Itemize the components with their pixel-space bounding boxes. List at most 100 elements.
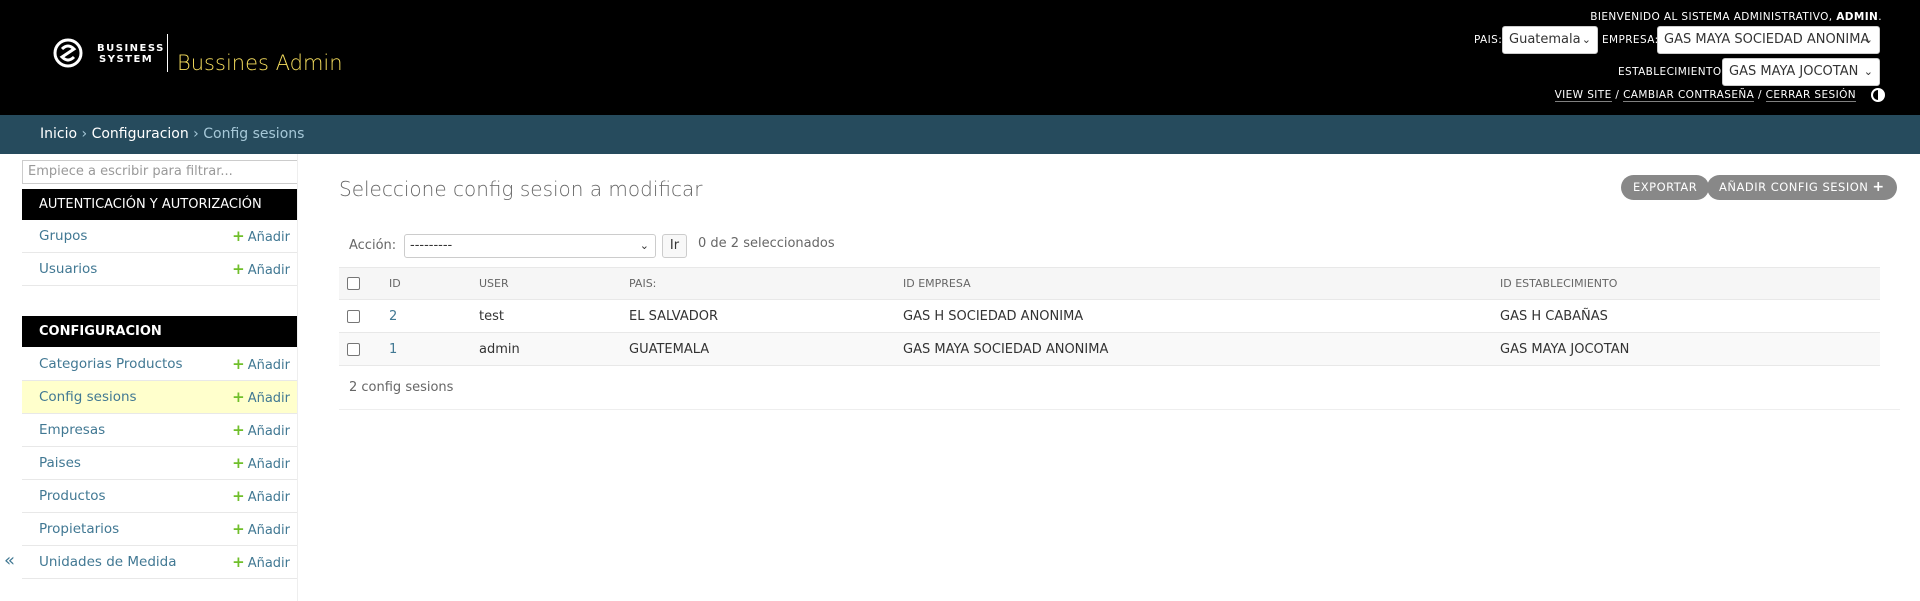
- sidebar-item-config-sesions: Config sesions + Añadir: [22, 381, 298, 414]
- add-categoria-link[interactable]: + Añadir: [232, 348, 290, 382]
- plus-icon: +: [232, 454, 245, 472]
- plus-icon: +: [232, 260, 245, 278]
- sidebar-item-propietarios: Propietarios + Añadir: [22, 513, 298, 546]
- export-button[interactable]: Exportar: [1621, 175, 1710, 200]
- id-cell: 1: [381, 332, 471, 366]
- add-config-sesion-link[interactable]: + Añadir: [232, 381, 290, 415]
- action-label: Acción:: [349, 238, 397, 253]
- select-all-checkbox[interactable]: [347, 277, 360, 291]
- sidebar-item-empresas: Empresas + Añadir: [22, 414, 298, 447]
- row-select-cell: [339, 332, 381, 366]
- chevron-down-icon: ⌄: [639, 239, 649, 252]
- breadcrumb-home[interactable]: Inicio: [40, 126, 77, 142]
- page-title: Seleccione config sesion a modificar: [339, 177, 703, 201]
- app-caption-auth[interactable]: Autenticación y autorización: [22, 189, 298, 220]
- add-usuario-link[interactable]: + Añadir: [232, 253, 290, 287]
- column-header-pais[interactable]: Pais:: [621, 267, 895, 300]
- chevron-down-icon: ⌄: [1581, 33, 1591, 46]
- sidebar-filter-input[interactable]: Empiece a escribir para filtrar...: [22, 160, 298, 184]
- add-propietario-link[interactable]: + Añadir: [232, 513, 290, 547]
- plus-icon: +: [232, 388, 245, 406]
- establecimiento-select[interactable]: GAS MAYA JOCOTAN ⌄: [1722, 58, 1880, 86]
- chevron-down-icon: ⌄: [1863, 33, 1873, 46]
- establecimiento-cell: GAS MAYA JOCOTAN: [1492, 332, 1880, 366]
- logo-text: BUSINESS SYSTEM: [97, 43, 165, 65]
- select-all-header: [339, 267, 381, 300]
- action-counter: 0 de 2 seleccionados: [698, 236, 835, 251]
- sidebar-border: [297, 154, 298, 601]
- sidebar-item-label[interactable]: Empresas: [39, 414, 105, 447]
- table-row: 1 admin GUATEMALA GAS MAYA SOCIEDAD ANON…: [339, 332, 1880, 366]
- sidebar-item-label[interactable]: Config sesions: [39, 381, 137, 414]
- sidebar-item-productos: Productos + Añadir: [22, 480, 298, 513]
- logo-divider: [167, 34, 168, 72]
- establecimiento-cell: GAS H CABAÑAS: [1492, 299, 1880, 333]
- empresa-cell: GAS H SOCIEDAD ANONIMA: [895, 299, 1492, 333]
- establecimiento-label: Establecimiento:: [1618, 66, 1726, 78]
- column-header-user[interactable]: User: [471, 267, 621, 300]
- pais-label: Pais:: [1474, 34, 1503, 46]
- action-select[interactable]: --------- ⌄: [404, 234, 656, 258]
- breadcrumb-app[interactable]: Configuracion: [92, 126, 189, 142]
- column-header-id-establecimiento[interactable]: Id Establecimiento: [1492, 267, 1880, 300]
- chevron-down-icon: ⌄: [1863, 65, 1873, 78]
- breadcrumb-current: Config sesions: [203, 126, 305, 142]
- sidebar-item-usuarios: Usuarios + Añadir: [22, 253, 298, 286]
- table-header-row: ID User Pais: Id Empresa Id Establecimie…: [339, 267, 1880, 300]
- sidebar-item-label[interactable]: Unidades de Medida: [39, 546, 177, 579]
- go-button[interactable]: Ir: [662, 234, 687, 258]
- sidebar-item-label[interactable]: Categorias Productos: [39, 348, 183, 381]
- view-site-link[interactable]: View site: [1554, 89, 1612, 102]
- paginator: 2 config sesions: [339, 366, 1900, 410]
- sidebar-item-label[interactable]: Propietarios: [39, 513, 119, 546]
- collapse-sidebar-button[interactable]: «: [4, 550, 15, 571]
- header: BUSINESS SYSTEM Bussines Admin Bienvenid…: [0, 0, 1920, 115]
- sidebar-item-grupos: Grupos + Añadir: [22, 220, 298, 253]
- plus-icon: +: [232, 487, 245, 505]
- breadcrumb: Inicio › Configuracion › Config sesions: [0, 115, 1920, 154]
- add-producto-link[interactable]: + Añadir: [232, 480, 290, 514]
- sidebar-item-categorias-productos: Categorias Productos + Añadir: [22, 348, 298, 381]
- add-empresa-link[interactable]: + Añadir: [232, 414, 290, 448]
- sidebar-item-unidades-de-medida: Unidades de Medida + Añadir: [22, 546, 298, 579]
- welcome-text: Bienvenido al sistema administrativo, ad…: [1590, 11, 1882, 23]
- row-select-cell: [339, 299, 381, 333]
- app-caption-configuracion[interactable]: Configuracion: [22, 316, 298, 347]
- column-header-id[interactable]: ID: [381, 267, 471, 300]
- sidebar-item-label[interactable]: Paises: [39, 447, 81, 480]
- business-system-logo-icon[interactable]: [53, 38, 83, 68]
- pais-cell: EL SALVADOR: [621, 299, 895, 333]
- site-name-link[interactable]: Bussines Admin: [177, 51, 343, 75]
- logout-link[interactable]: Cerrar sesión: [1765, 89, 1856, 102]
- add-pais-link[interactable]: + Añadir: [232, 447, 290, 481]
- sidebar-item-label[interactable]: Grupos: [39, 220, 87, 253]
- row-checkbox[interactable]: [347, 309, 360, 323]
- row-id-link[interactable]: 1: [389, 342, 397, 357]
- empresa-select[interactable]: GAS MAYA SOCIEDAD ANONIMA ⌄: [1657, 26, 1880, 54]
- table-row: 2 test EL SALVADOR GAS H SOCIEDAD ANONIM…: [339, 299, 1880, 333]
- user-tools: View site / Cambiar contraseña / Cerrar …: [1554, 89, 1856, 102]
- add-unidad-link[interactable]: + Añadir: [232, 546, 290, 580]
- results-table: ID User Pais: Id Empresa Id Establecimie…: [339, 267, 1880, 366]
- row-id-link[interactable]: 2: [389, 309, 397, 324]
- user-cell: admin: [471, 332, 621, 366]
- add-grupo-link[interactable]: + Añadir: [232, 220, 290, 254]
- plus-icon: +: [232, 355, 245, 373]
- plus-icon: +: [232, 421, 245, 439]
- pais-select[interactable]: Guatemala ⌄: [1502, 26, 1598, 54]
- change-password-link[interactable]: Cambiar contraseña: [1623, 89, 1755, 102]
- plus-icon: +: [232, 227, 245, 245]
- column-header-id-empresa[interactable]: Id Empresa: [895, 267, 1492, 300]
- empresa-cell: GAS MAYA SOCIEDAD ANONIMA: [895, 332, 1492, 366]
- theme-toggle-icon[interactable]: [1871, 88, 1885, 102]
- sidebar-item-label[interactable]: Usuarios: [39, 253, 97, 286]
- sidebar-item-paises: Paises + Añadir: [22, 447, 298, 480]
- add-config-sesion-button[interactable]: Añadir config sesion +: [1707, 175, 1897, 200]
- id-cell: 2: [381, 299, 471, 333]
- row-checkbox[interactable]: [347, 342, 360, 356]
- plus-icon: +: [1872, 179, 1885, 195]
- pais-cell: GUATEMALA: [621, 332, 895, 366]
- sidebar-item-label[interactable]: Productos: [39, 480, 106, 513]
- plus-icon: +: [232, 520, 245, 538]
- user-cell: test: [471, 299, 621, 333]
